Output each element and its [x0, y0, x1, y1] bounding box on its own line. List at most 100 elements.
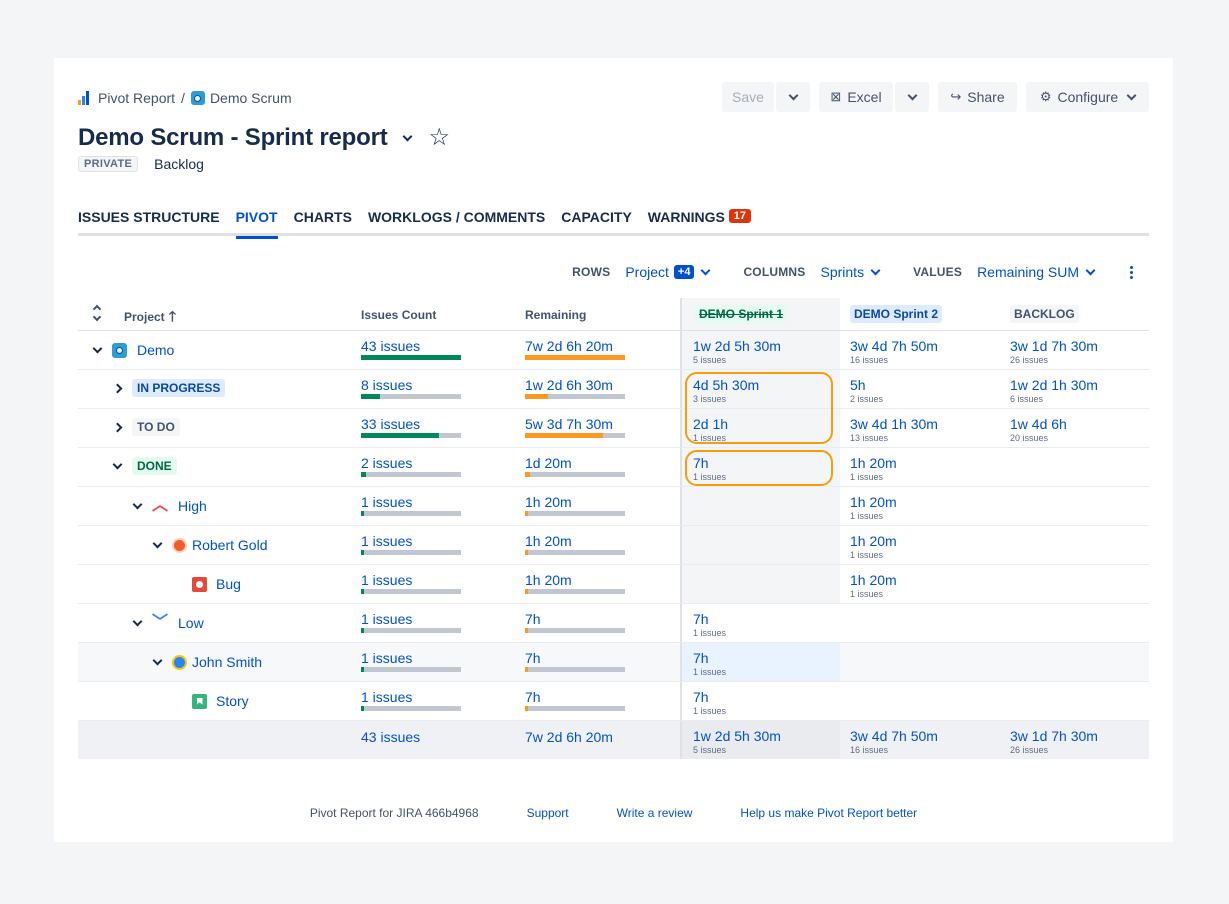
backlog-cell[interactable]: [1000, 643, 1149, 681]
expand-toggle-icon[interactable]: [112, 420, 122, 434]
sprint1-cell[interactable]: 7h 1 issues: [680, 448, 840, 486]
remaining-header[interactable]: Remaining: [525, 298, 681, 330]
collapse-toggle-icon[interactable]: [112, 459, 122, 473]
share-button[interactable]: ↪ Share: [938, 82, 1017, 112]
row-label-link[interactable]: Low: [178, 615, 204, 631]
row-label-link[interactable]: High: [178, 498, 207, 514]
row-label-link[interactable]: Robert Gold: [192, 537, 267, 553]
sprint1-cell[interactable]: 1w 2d 5h 30m 5 issues: [680, 331, 840, 369]
remaining-cell[interactable]: 1d 20m: [525, 448, 681, 486]
save-button[interactable]: Save: [722, 82, 774, 112]
sprint1-cell[interactable]: [680, 487, 840, 525]
sprint2-cell[interactable]: 1h 20m 1 issues: [840, 526, 1000, 564]
remaining-cell[interactable]: 1h 20m: [525, 565, 681, 603]
count-cell[interactable]: 43 issues: [361, 331, 521, 369]
count-cell[interactable]: 1 issues: [361, 682, 521, 720]
sprint2-cell[interactable]: [840, 604, 1000, 642]
values-selector[interactable]: Remaining SUM: [977, 264, 1096, 280]
title-dropdown-chevron-icon[interactable]: [402, 131, 412, 141]
feedback-link[interactable]: Help us make Pivot Report better: [740, 806, 917, 820]
breadcrumb-root-link[interactable]: Pivot Report: [98, 90, 175, 106]
excel-options-button[interactable]: [895, 82, 929, 112]
status-to-do-lozenge[interactable]: TO DO: [132, 418, 180, 436]
backlog-cell[interactable]: [1000, 565, 1149, 603]
sprint2-cell[interactable]: 1h 20m 1 issues: [840, 487, 1000, 525]
sprint2-cell[interactable]: 5h 2 issues: [840, 370, 1000, 408]
remaining-cell[interactable]: 1h 20m: [525, 487, 681, 525]
collapse-toggle-icon[interactable]: [132, 499, 142, 513]
backlog-cell[interactable]: 1w 2d 1h 30m 6 issues: [1000, 370, 1149, 408]
project-header[interactable]: Project 🡑: [78, 298, 356, 330]
count-cell[interactable]: 8 issues: [361, 370, 521, 408]
row-label-link[interactable]: Demo: [137, 342, 174, 358]
tab-issues-structure[interactable]: ISSUES STRUCTURE: [78, 206, 220, 236]
count-cell[interactable]: 1 issues: [361, 604, 521, 642]
total-sprint2-cell[interactable]: 3w 4d 7h 50m 16 issues: [840, 721, 1000, 759]
remaining-cell[interactable]: 7w 2d 6h 20m: [525, 331, 681, 369]
issues-count-header[interactable]: Issues Count: [361, 298, 521, 330]
support-link[interactable]: Support: [527, 806, 569, 820]
total-count-cell[interactable]: 43 issues: [361, 721, 521, 759]
sprint1-cell[interactable]: 7h 1 issues: [680, 682, 840, 720]
sprint2-cell[interactable]: [840, 643, 1000, 681]
tab-charts[interactable]: CHARTS: [294, 206, 352, 236]
rows-selector[interactable]: Project +4: [625, 264, 711, 280]
breadcrumb-project-link[interactable]: Demo Scrum: [210, 90, 292, 106]
sprint2-cell[interactable]: 3w 4d 7h 50m 16 issues: [840, 331, 1000, 369]
columns-selector[interactable]: Sprints: [821, 264, 881, 280]
backlog-cell[interactable]: [1000, 682, 1149, 720]
remaining-cell[interactable]: 7h: [525, 604, 681, 642]
sprint1-cell[interactable]: 2d 1h 1 issues: [680, 409, 840, 447]
backlog-cell[interactable]: [1000, 526, 1149, 564]
sprint1-cell[interactable]: 4d 5h 30m 3 issues: [680, 370, 840, 408]
sprint1-cell[interactable]: 7h 1 issues: [680, 643, 840, 681]
backlog-header[interactable]: BACKLOG: [1000, 298, 1149, 330]
sprint1-cell[interactable]: [680, 565, 840, 603]
total-remaining-cell[interactable]: 7w 2d 6h 20m: [525, 721, 681, 759]
sprint2-cell[interactable]: 3w 4d 1h 30m 13 issues: [840, 409, 1000, 447]
count-cell[interactable]: 1 issues: [361, 487, 521, 525]
total-sprint1-cell[interactable]: 1w 2d 5h 30m 5 issues: [680, 721, 840, 759]
collapse-toggle-icon[interactable]: [152, 538, 162, 552]
sprint1-cell[interactable]: [680, 526, 840, 564]
remaining-cell[interactable]: 1w 2d 6h 30m: [525, 370, 681, 408]
sprint1-cell[interactable]: 7h 1 issues: [680, 604, 840, 642]
excel-button[interactable]: ⊠ Excel: [819, 82, 893, 112]
write-review-link[interactable]: Write a review: [617, 806, 693, 820]
remaining-cell[interactable]: 7h: [525, 643, 681, 681]
sprint2-header[interactable]: DEMO Sprint 2: [840, 298, 1000, 330]
tab-warnings[interactable]: WARNINGS 17: [648, 206, 752, 236]
tab-capacity[interactable]: CAPACITY: [561, 206, 632, 236]
remaining-cell[interactable]: 5w 3d 7h 30m: [525, 409, 681, 447]
collapse-toggle-icon[interactable]: [92, 343, 102, 357]
total-backlog-cell[interactable]: 3w 1d 7h 30m 26 issues: [1000, 721, 1149, 759]
backlog-cell[interactable]: [1000, 448, 1149, 486]
tab-pivot[interactable]: PIVOT: [235, 206, 278, 239]
more-options-icon[interactable]: [1130, 265, 1133, 279]
configure-button[interactable]: ⚙ Configure: [1026, 82, 1149, 112]
backlog-cell[interactable]: 3w 1d 7h 30m 26 issues: [1000, 331, 1149, 369]
sprint2-cell[interactable]: 1h 20m 1 issues: [840, 448, 1000, 486]
status-in-progress-lozenge[interactable]: IN PROGRESS: [132, 379, 226, 397]
row-label-link[interactable]: John Smith: [192, 654, 262, 670]
remaining-cell[interactable]: 1h 20m: [525, 526, 681, 564]
status-done-lozenge[interactable]: DONE: [132, 457, 177, 475]
expand-collapse-all-icon[interactable]: [92, 304, 102, 322]
row-label-link[interactable]: Bug: [216, 576, 241, 592]
tab-worklogs-comments[interactable]: WORKLOGS / COMMENTS: [368, 206, 545, 236]
count-cell[interactable]: 33 issues: [361, 409, 521, 447]
expand-toggle-icon[interactable]: [112, 381, 122, 395]
sprint1-header[interactable]: DEMO Sprint 1: [680, 298, 840, 330]
count-cell[interactable]: 2 issues: [361, 448, 521, 486]
backlog-cell[interactable]: 1w 4d 6h 20 issues: [1000, 409, 1149, 447]
favorite-star-icon[interactable]: ☆: [429, 126, 451, 150]
count-cell[interactable]: 1 issues: [361, 565, 521, 603]
sprint2-cell[interactable]: [840, 682, 1000, 720]
collapse-toggle-icon[interactable]: [152, 655, 162, 669]
remaining-cell[interactable]: 7h: [525, 682, 681, 720]
count-cell[interactable]: 1 issues: [361, 526, 521, 564]
sprint2-cell[interactable]: 1h 20m 1 issues: [840, 565, 1000, 603]
backlog-cell[interactable]: [1000, 604, 1149, 642]
row-label-link[interactable]: Story: [216, 693, 249, 709]
count-cell[interactable]: 1 issues: [361, 643, 521, 681]
